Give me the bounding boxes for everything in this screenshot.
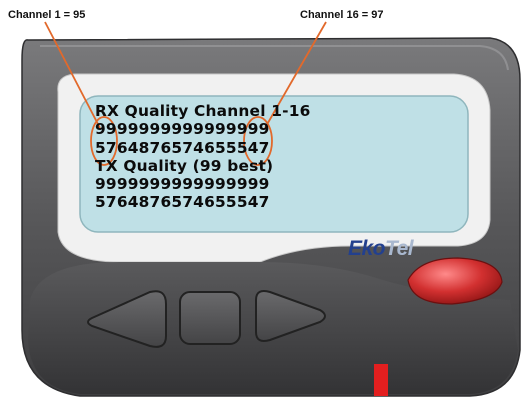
logo-part-2: Tel bbox=[385, 237, 414, 260]
menu-button[interactable] bbox=[179, 291, 241, 345]
channel-16-callout: Channel 16 = 97 bbox=[300, 9, 384, 21]
tx-quality-row-2: 5764876574655547 bbox=[95, 193, 270, 212]
tx-quality-row-1: 9999999999999999 bbox=[95, 175, 270, 194]
rx-quality-title: RX Quality Channel 1-16 bbox=[95, 102, 311, 120]
rx-quality-row-1: 9999999999999999 bbox=[95, 120, 270, 139]
lcd-text: RX Quality Channel 1-16 9999999999999999… bbox=[95, 102, 311, 212]
ekotel-logo: EkoTel bbox=[348, 237, 414, 261]
tx-quality-title: TX Quality (99 best) bbox=[95, 156, 274, 175]
logo-part-1: Eko bbox=[348, 237, 386, 260]
channel-1-callout: Channel 1 = 95 bbox=[8, 9, 86, 21]
red-led bbox=[374, 364, 388, 396]
rx-quality-row-2: 5764876574655547 bbox=[95, 138, 270, 157]
